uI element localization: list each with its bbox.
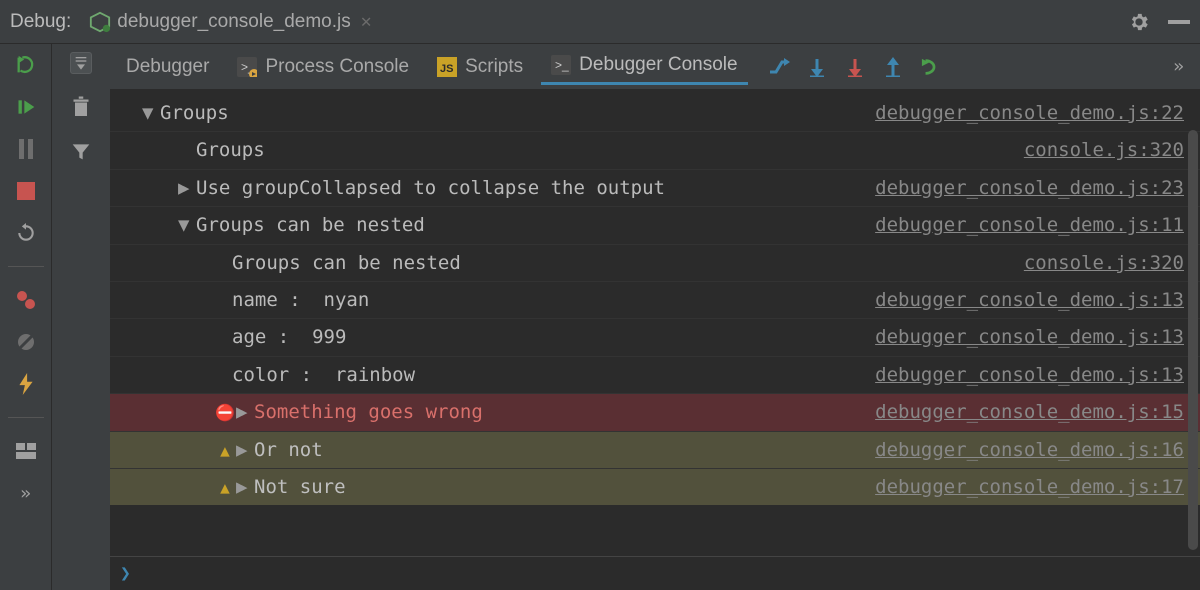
- overflow-icon[interactable]: »: [1173, 56, 1194, 77]
- main-panel: Debugger >_ Process Console JS Scripts >…: [110, 44, 1200, 590]
- console-prompt[interactable]: ❯: [110, 556, 1200, 590]
- debug-tabs: Debugger >_ Process Console JS Scripts >…: [110, 44, 1200, 90]
- step-over-icon[interactable]: [806, 56, 828, 78]
- console-entry[interactable]: ▲ ▶Or not debugger_console_demo.js:16: [110, 431, 1200, 468]
- js-icon: JS: [437, 57, 457, 77]
- console-entry[interactable]: ⛔▶Something goes wrong debugger_console_d…: [110, 393, 1200, 430]
- rerun-icon[interactable]: [15, 54, 37, 76]
- mute-breakpoints-icon[interactable]: [15, 331, 37, 353]
- clear-icon[interactable]: [70, 96, 92, 118]
- resume-icon[interactable]: [15, 96, 37, 118]
- run-to-cursor-icon[interactable]: [920, 56, 942, 78]
- source-link[interactable]: debugger_console_demo.js:23: [875, 173, 1184, 203]
- console-entry[interactable]: Groups console.js:320: [110, 131, 1200, 168]
- separator: [8, 266, 44, 267]
- show-execution-point-icon[interactable]: [768, 56, 790, 78]
- source-link[interactable]: debugger_console_demo.js:13: [875, 360, 1184, 390]
- warning-icon: ▲: [220, 478, 230, 497]
- file-name: debugger_console_demo.js: [117, 11, 350, 33]
- gear-icon[interactable]: [1128, 11, 1150, 33]
- console-output[interactable]: ▼Groupsdebugger_console_demo.js:22Groups…: [110, 90, 1200, 556]
- caret-right-icon[interactable]: ▶: [236, 472, 254, 502]
- source-link[interactable]: debugger_console_demo.js:16: [875, 435, 1184, 465]
- entry-text: Groups: [160, 98, 865, 128]
- entry-text: color : rainbow: [232, 360, 865, 390]
- restart-icon[interactable]: [15, 222, 37, 244]
- svg-text:>_: >_: [555, 58, 569, 72]
- source-link[interactable]: debugger_console_demo.js:13: [875, 285, 1184, 315]
- separator: [8, 417, 44, 418]
- source-link[interactable]: debugger_console_demo.js:11: [875, 210, 1184, 240]
- tab-label: Process Console: [265, 56, 409, 78]
- warning-icon: ▲: [220, 441, 230, 460]
- console-entry[interactable]: ▶Use groupCollapsed to collapse the outp…: [110, 169, 1200, 206]
- tab-debugger-console[interactable]: >_ Debugger Console: [541, 48, 747, 85]
- step-out-icon[interactable]: [882, 56, 904, 78]
- stop-icon[interactable]: [15, 180, 37, 202]
- entry-text: Groups: [196, 135, 1014, 165]
- entry-text: Groups can be nested: [196, 210, 865, 240]
- scrollbar[interactable]: [1188, 130, 1198, 550]
- entry-text: Something goes wrong: [254, 397, 865, 427]
- lightning-icon[interactable]: [15, 373, 37, 395]
- console-entry[interactable]: name : nyan debugger_console_demo.js:13: [110, 281, 1200, 318]
- entry-text: Or not: [254, 435, 865, 465]
- console-entry[interactable]: age : 999 debugger_console_demo.js:13: [110, 318, 1200, 355]
- caret-right-icon[interactable]: ▶: [236, 397, 254, 427]
- entry-text: age : 999: [232, 322, 865, 352]
- source-link[interactable]: debugger_console_demo.js:13: [875, 322, 1184, 352]
- console-entry[interactable]: ▼Groups debugger_console_demo.js:22: [110, 94, 1200, 131]
- pause-icon[interactable]: [15, 138, 37, 160]
- caret-down-icon[interactable]: ▼: [178, 210, 196, 240]
- step-toolbar: [768, 56, 942, 78]
- console-entry[interactable]: ▼Groups can be nested debugger_console_de…: [110, 206, 1200, 243]
- prompt-caret-icon: ❯: [120, 563, 131, 584]
- debug-titlebar: Debug: debugger_console_demo.js ✕: [0, 0, 1200, 44]
- svg-text:JS: JS: [440, 63, 453, 75]
- caret-right-icon[interactable]: ▶: [236, 435, 254, 465]
- console-toolbar: [52, 44, 110, 590]
- entry-text: Use groupCollapsed to collapse the outpu…: [196, 173, 865, 203]
- console-entry[interactable]: ▲ ▶Not sure debugger_console_demo.js:17: [110, 468, 1200, 505]
- console-entry[interactable]: Groups can be nested console.js:320: [110, 244, 1200, 281]
- tab-label: Debugger Console: [579, 54, 737, 76]
- source-link[interactable]: debugger_console_demo.js:15: [875, 397, 1184, 427]
- console-entry[interactable]: color : rainbow debugger_console_demo.js:…: [110, 356, 1200, 393]
- nodejs-icon: [89, 11, 111, 33]
- more-icon[interactable]: »: [15, 482, 37, 504]
- debug-left-toolbar: »: [0, 44, 52, 590]
- close-tab-icon[interactable]: ✕: [361, 11, 372, 32]
- scroll-to-end-icon[interactable]: [70, 52, 92, 74]
- caret-down-icon[interactable]: ▼: [142, 98, 160, 128]
- source-link[interactable]: debugger_console_demo.js:22: [875, 98, 1184, 128]
- tab-label: Scripts: [465, 56, 523, 78]
- tab-debugger[interactable]: Debugger: [116, 50, 219, 84]
- filter-icon[interactable]: [70, 140, 92, 162]
- minimize-icon[interactable]: [1168, 19, 1190, 25]
- source-link[interactable]: debugger_console_demo.js:17: [875, 472, 1184, 502]
- console-icon: >_: [237, 57, 257, 77]
- layout-icon[interactable]: [15, 440, 37, 462]
- caret-right-icon[interactable]: ▶: [178, 173, 196, 203]
- console-icon: >_: [551, 55, 571, 75]
- source-link[interactable]: console.js:320: [1024, 135, 1184, 165]
- entry-text: name : nyan: [232, 285, 865, 315]
- view-breakpoints-icon[interactable]: [15, 289, 37, 311]
- tab-scripts[interactable]: JS Scripts: [427, 50, 533, 84]
- source-link[interactable]: console.js:320: [1024, 248, 1184, 278]
- entry-text: Groups can be nested: [232, 248, 1014, 278]
- tab-process-console[interactable]: >_ Process Console: [227, 50, 419, 84]
- entry-text: Not sure: [254, 472, 865, 502]
- error-icon: ⛔: [215, 403, 235, 422]
- panel-title: Debug:: [10, 11, 71, 33]
- tab-label: Debugger: [126, 56, 209, 78]
- step-into-icon[interactable]: [844, 56, 866, 78]
